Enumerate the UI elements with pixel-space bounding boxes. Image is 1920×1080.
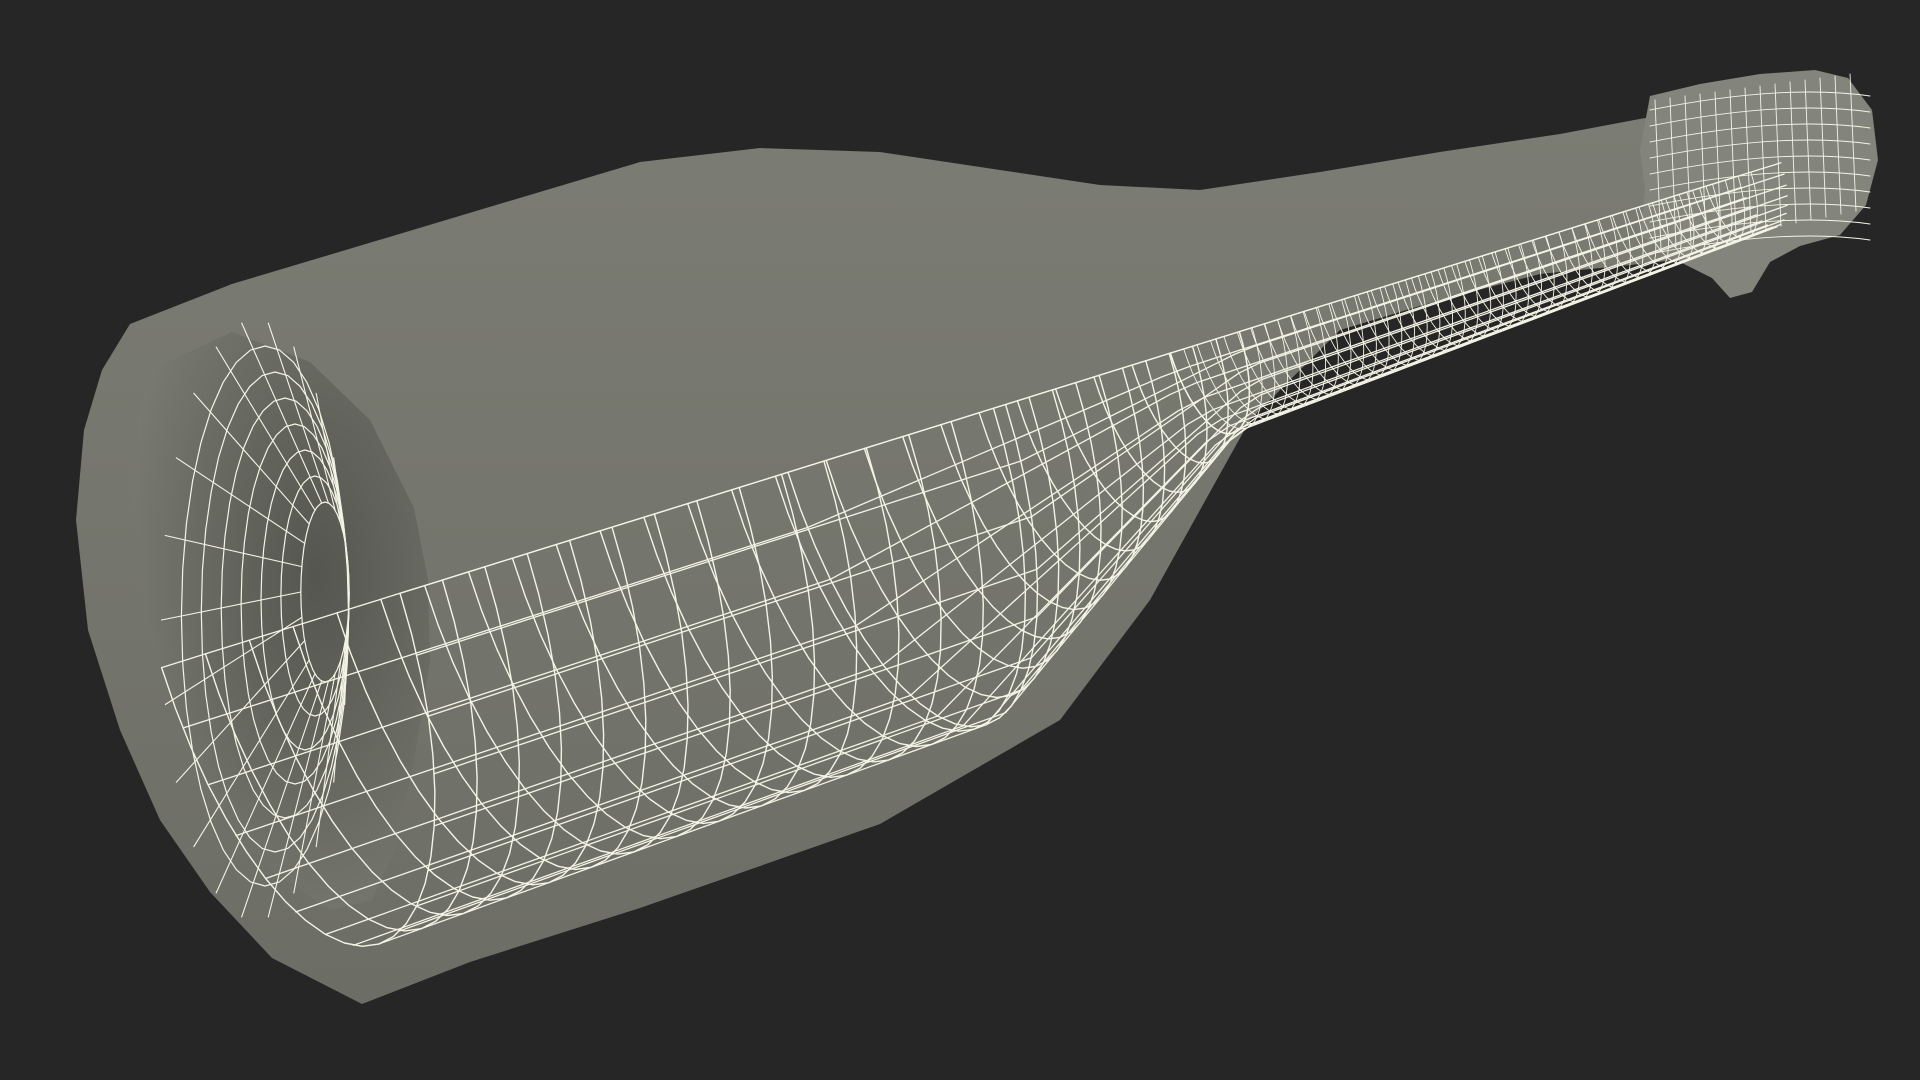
3d-viewport[interactable]	[0, 0, 1920, 1080]
bottle-model-render	[76, 70, 1878, 1004]
mesh-edge	[347, 591, 350, 621]
